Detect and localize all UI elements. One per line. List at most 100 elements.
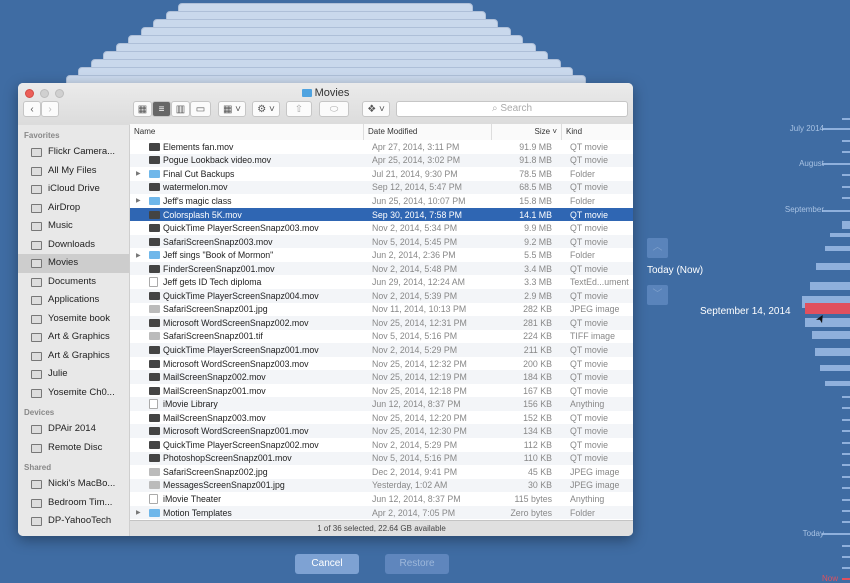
timeline-tick[interactable] — [842, 407, 850, 410]
list-view-button[interactable]: ≡ — [152, 101, 171, 117]
sidebar-item[interactable]: Art & Graphics — [18, 328, 129, 347]
sidebar-item[interactable]: Julie — [18, 365, 129, 384]
file-row[interactable]: watermelon.mov Sep 12, 2014, 5:47 PM 68.… — [130, 180, 633, 195]
disclosure-triangle-icon[interactable]: ▶ — [136, 197, 141, 204]
restore-button[interactable]: Restore — [385, 554, 449, 574]
file-row[interactable]: iMovie Library Jun 12, 2014, 8:37 PM 156… — [130, 397, 633, 411]
older-backup-chevron-up-icon[interactable]: ︿ — [647, 238, 668, 258]
timeline-month-tick[interactable] — [822, 128, 850, 130]
action-gear-button[interactable]: ⚙ ˅ — [252, 101, 280, 117]
file-row[interactable]: MailScreenSnapz003.mov Nov 25, 2014, 12:… — [130, 411, 633, 425]
sidebar-item[interactable]: DP-YahooTech — [18, 512, 129, 531]
timeline-selected-backup-bar[interactable] — [805, 303, 850, 314]
sidebar-item[interactable]: DPAir 2014 — [18, 420, 129, 439]
sidebar-item[interactable]: AirDrop — [18, 199, 129, 218]
sidebar-item[interactable]: Remote Disc — [18, 439, 129, 458]
tags-button[interactable]: ⬭ — [319, 101, 349, 117]
timeline-backup-bar[interactable] — [830, 233, 850, 237]
file-row[interactable]: ▶ Final Cut Backups Jul 21, 2014, 9:30 P… — [130, 167, 633, 181]
timeline[interactable]: July 2014 August September Today Now — [730, 0, 850, 583]
file-row[interactable]: Jeff gets ID Tech diploma Jun 29, 2014, … — [130, 275, 633, 289]
disclosure-triangle-icon[interactable]: ▶ — [136, 170, 141, 177]
size-column-header[interactable]: Size ˅ — [492, 124, 562, 140]
timeline-tick[interactable] — [842, 545, 850, 547]
timeline-backup-bar[interactable] — [812, 331, 850, 339]
sidebar-item[interactable]: Downloads — [18, 236, 129, 255]
file-row[interactable]: SafariScreenSnapz001.jpg Nov 11, 2014, 1… — [130, 303, 633, 317]
file-row[interactable]: ▶ Motion Templates Apr 2, 2014, 7:05 PM … — [130, 505, 633, 520]
file-row[interactable]: Microsoft WordScreenSnapz003.mov Nov 25,… — [130, 357, 633, 371]
sidebar-item[interactable]: All My Files — [18, 162, 129, 181]
sidebar-item[interactable]: Applications — [18, 291, 129, 310]
timeline-now-tick[interactable] — [842, 578, 850, 580]
icon-view-button[interactable]: ▦ — [133, 101, 152, 117]
sidebar-item[interactable]: Bedroom Tim... — [18, 494, 129, 513]
timeline-tick[interactable] — [842, 197, 850, 199]
timeline-today-tick[interactable] — [822, 533, 850, 535]
timeline-backup-bar[interactable] — [825, 381, 850, 386]
file-row[interactable]: ▶ Jeff's magic class Jun 25, 2014, 10:07… — [130, 194, 633, 208]
file-row[interactable]: QuickTime PlayerScreenSnapz004.mov Nov 2… — [130, 289, 633, 303]
file-row[interactable]: QuickTime PlayerScreenSnapz002.mov Nov 2… — [130, 438, 633, 452]
timeline-tick[interactable] — [842, 441, 850, 444]
timeline-month-tick[interactable] — [822, 210, 850, 212]
cancel-button[interactable]: Cancel — [295, 554, 359, 574]
timeline-tick[interactable] — [842, 498, 850, 501]
file-row[interactable]: Microsoft WordScreenSnapz002.mov Nov 25,… — [130, 316, 633, 330]
timeline-tick[interactable] — [842, 174, 850, 176]
name-column-header[interactable]: Name — [130, 124, 364, 140]
share-button[interactable]: ⇧ — [286, 101, 312, 117]
search-input[interactable]: ⌕ Search — [396, 101, 628, 117]
column-view-button[interactable]: ▥ — [171, 101, 190, 117]
timeline-tick[interactable] — [842, 151, 850, 153]
timeline-backup-bar[interactable] — [810, 282, 850, 290]
timeline-tick[interactable] — [842, 453, 850, 455]
file-row[interactable]: FinderScreenSnapz001.mov Nov 2, 2014, 5:… — [130, 261, 633, 276]
timeline-backup-bar[interactable] — [820, 365, 850, 371]
sidebar-item[interactable]: Documents — [18, 273, 129, 292]
timeline-tick[interactable] — [842, 567, 850, 569]
timeline-backup-bar[interactable] — [842, 221, 850, 229]
file-row[interactable]: iMovie Theater Jun 12, 2014, 8:37 PM 115… — [130, 492, 633, 506]
timeline-backup-bar[interactable] — [825, 246, 850, 251]
kind-column-header[interactable]: Kind — [562, 124, 633, 140]
timeline-backup-bar[interactable] — [816, 263, 850, 270]
file-row[interactable]: Microsoft WordScreenSnapz001.mov Nov 25,… — [130, 424, 633, 439]
sidebar-item[interactable]: iCloud Drive — [18, 180, 129, 199]
sidebar-item[interactable]: Music — [18, 217, 129, 236]
timeline-tick[interactable] — [842, 140, 850, 142]
file-row[interactable]: Pogue Lookback video.mov Apr 25, 2014, 3… — [130, 153, 633, 168]
file-row[interactable]: SafariScreenSnapz002.jpg Dec 2, 2014, 9:… — [130, 465, 633, 479]
file-row[interactable]: Colorsplash 5K.mov Sep 30, 2014, 7:58 PM… — [130, 207, 633, 222]
timeline-tick[interactable] — [842, 430, 850, 433]
newer-backup-chevron-down-icon[interactable]: ﹀ — [647, 285, 668, 305]
timeline-tick[interactable] — [842, 464, 850, 467]
timeline-tick[interactable] — [842, 487, 850, 490]
sidebar-item[interactable]: Yosemite book — [18, 310, 129, 329]
timeline-tick[interactable] — [842, 418, 850, 421]
disclosure-triangle-icon[interactable]: ▶ — [136, 509, 141, 516]
timeline-tick[interactable] — [842, 510, 850, 512]
dropbox-button[interactable]: ❖ ˅ — [362, 101, 390, 117]
date-column-header[interactable]: Date Modified — [364, 124, 492, 140]
timeline-backup-bar[interactable] — [815, 348, 850, 356]
sidebar-item[interactable]: Nicki's MacBo... — [18, 475, 129, 494]
file-row[interactable]: ▶ Jeff sings "Book of Mormon" Jun 2, 201… — [130, 248, 633, 262]
sidebar-item[interactable]: Yosemite Ch0... — [18, 384, 129, 403]
timeline-tick[interactable] — [842, 475, 850, 478]
file-row[interactable]: PhotoshopScreenSnapz001.mov Nov 5, 2014,… — [130, 451, 633, 466]
file-row[interactable]: QuickTime PlayerScreenSnapz003.mov Nov 2… — [130, 221, 633, 235]
file-row[interactable]: QuickTime PlayerScreenSnapz001.mov Nov 2… — [130, 343, 633, 357]
timeline-tick[interactable] — [842, 521, 850, 524]
cover-flow-button[interactable]: ▭ — [190, 101, 211, 117]
forward-button[interactable]: › — [41, 101, 59, 117]
file-row[interactable]: SafariScreenSnapz003.mov Nov 5, 2014, 5:… — [130, 234, 633, 249]
back-button[interactable]: ‹ — [23, 101, 41, 117]
timeline-tick[interactable] — [842, 186, 850, 188]
arrange-button[interactable]: ▦ ˅ — [218, 101, 246, 117]
timeline-month-tick[interactable] — [822, 163, 850, 165]
disclosure-triangle-icon[interactable]: ▶ — [136, 252, 141, 259]
file-row[interactable]: MailScreenSnapz001.mov Nov 25, 2014, 12:… — [130, 384, 633, 398]
timeline-tick[interactable] — [842, 118, 850, 120]
sidebar-item[interactable]: Movies — [18, 254, 129, 273]
